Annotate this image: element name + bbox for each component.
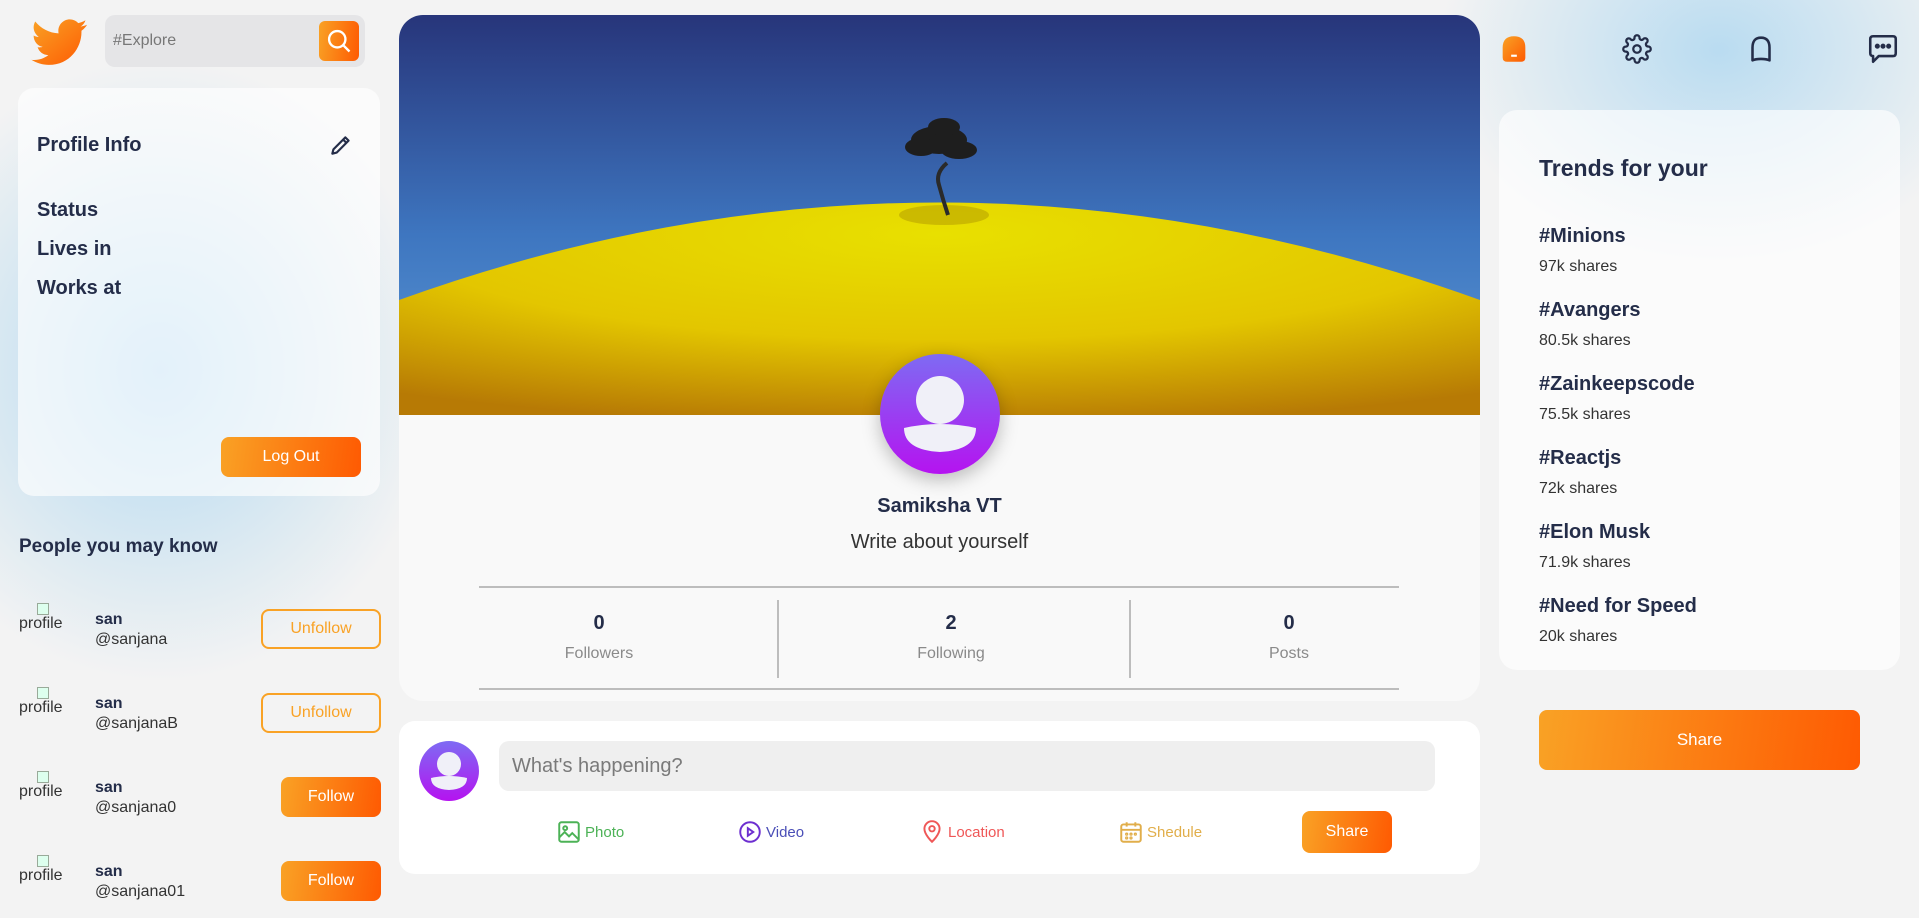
home-icon[interactable] — [1495, 30, 1533, 68]
trend-shares: 71.9k shares — [1539, 554, 1631, 571]
person-item: profile san @sanjana0 Follow — [19, 771, 381, 823]
search-input[interactable] — [113, 27, 313, 55]
twitter-logo-icon[interactable] — [30, 14, 90, 70]
divider — [479, 586, 1399, 588]
trend-item[interactable]: #Zainkeepscode 75.5k shares — [1539, 373, 1695, 424]
search-box — [105, 15, 365, 67]
trend-tag: #Elon Musk — [1539, 521, 1651, 543]
calendar-icon — [1120, 822, 1142, 843]
broken-profile-image: profile — [19, 771, 63, 801]
status-label: Status — [37, 199, 99, 221]
search-icon — [327, 29, 351, 53]
lives-in-label: Lives in — [37, 238, 112, 260]
photo-icon — [558, 821, 580, 843]
person-handle: @sanjana01 — [95, 883, 186, 900]
trend-item[interactable]: #Elon Musk 71.9k shares — [1539, 521, 1650, 572]
divider — [777, 600, 779, 678]
unfollow-button[interactable]: Unfollow — [261, 693, 381, 733]
trend-shares: 80.5k shares — [1539, 332, 1631, 349]
photo-option[interactable]: Photo — [556, 819, 624, 845]
following-count: 2 — [945, 612, 957, 634]
person-handle: @sanjanaB — [95, 715, 178, 732]
followers-stat[interactable]: 0 Followers — [509, 612, 689, 663]
posts-stat[interactable]: 0 Posts — [1199, 612, 1379, 663]
post-share-card: Photo Video Location Shedule Share — [399, 721, 1480, 874]
person-item: profile san @sanjanaB Unfollow — [19, 687, 381, 739]
post-share-button[interactable]: Share — [1302, 811, 1392, 853]
bell-notification-icon[interactable] — [1742, 30, 1780, 68]
share-button[interactable]: Share — [1539, 710, 1860, 770]
play-circle-icon — [739, 821, 761, 843]
trend-tag: #Avangers — [1539, 299, 1641, 321]
trend-tag: #Minions — [1539, 225, 1626, 247]
divider — [1129, 600, 1131, 678]
person-handle: @sanjana0 — [95, 799, 177, 816]
followers-label: Followers — [564, 645, 634, 662]
posts-label: Posts — [1268, 645, 1309, 662]
trend-item[interactable]: #Need for Speed 20k shares — [1539, 595, 1697, 646]
trends-card: Trends for your #Minions 97k shares #Ava… — [1499, 110, 1900, 670]
person-item: profile san @sanjana01 Follow — [19, 855, 381, 907]
trends-title: Trends for your — [1539, 155, 1708, 181]
trend-item[interactable]: #Reactjs 72k shares — [1539, 447, 1621, 498]
post-input[interactable] — [499, 741, 1435, 791]
divider — [479, 688, 1399, 690]
user-avatar[interactable] — [419, 741, 479, 801]
people-you-may-know-title: People you may know — [19, 536, 218, 557]
person-item: profile san @sanjana Unfollow — [19, 603, 381, 655]
follow-button[interactable]: Follow — [281, 861, 381, 901]
person-name: san — [95, 779, 123, 796]
trend-tag: #Zainkeepscode — [1539, 373, 1695, 395]
trend-item[interactable]: #Minions 97k shares — [1539, 225, 1626, 276]
profile-name: Samiksha VT — [877, 495, 1002, 517]
works-at-label: Works at — [37, 277, 122, 299]
trend-shares: 72k shares — [1539, 480, 1618, 497]
trend-shares: 75.5k shares — [1539, 406, 1631, 423]
trend-tag: #Need for Speed — [1539, 595, 1697, 617]
trend-item[interactable]: #Avangers 80.5k shares — [1539, 299, 1641, 350]
comment-icon[interactable] — [1864, 30, 1902, 68]
profile-bio: Write about yourself — [850, 531, 1029, 553]
logout-button[interactable]: Log Out — [221, 437, 361, 477]
following-stat[interactable]: 2 Following — [861, 612, 1041, 663]
followers-count: 0 — [593, 612, 605, 634]
broken-profile-image: profile — [19, 855, 63, 885]
location-pin-icon — [923, 820, 941, 844]
gear-icon[interactable] — [1618, 30, 1656, 68]
profile-avatar[interactable] — [880, 354, 1000, 474]
video-option[interactable]: Video — [737, 819, 804, 845]
profile-info-card: Profile Info Status Lives in Works at Lo… — [18, 88, 380, 496]
posts-count: 0 — [1283, 612, 1295, 634]
broken-profile-image: profile — [19, 603, 63, 633]
trend-shares: 20k shares — [1539, 628, 1618, 645]
person-handle: @sanjana — [95, 631, 168, 648]
person-name: san — [95, 611, 123, 628]
person-name: san — [95, 863, 123, 880]
profile-info-title: Profile Info — [37, 134, 142, 156]
unfollow-button[interactable]: Unfollow — [261, 609, 381, 649]
profile-card: Samiksha VT Write about yourself 0 Follo… — [399, 15, 1480, 701]
search-button[interactable] — [319, 21, 359, 61]
person-name: san — [95, 695, 123, 712]
follow-button[interactable]: Follow — [281, 777, 381, 817]
trend-tag: #Reactjs — [1539, 447, 1622, 469]
broken-profile-image: profile — [19, 687, 63, 717]
trend-shares: 97k shares — [1539, 258, 1618, 275]
pencil-edit-icon[interactable] — [328, 132, 354, 158]
location-option[interactable]: Location — [919, 819, 1005, 845]
following-label: Following — [917, 645, 985, 662]
schedule-option[interactable]: Shedule — [1118, 819, 1202, 845]
